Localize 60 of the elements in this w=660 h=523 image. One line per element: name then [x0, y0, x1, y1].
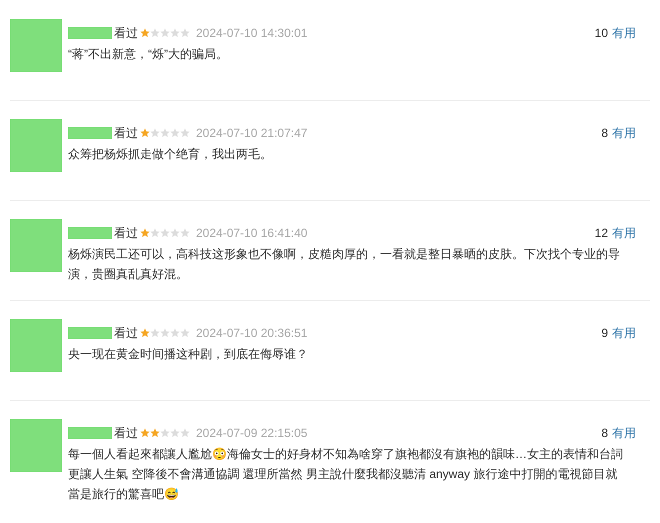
- avatar[interactable]: [10, 119, 62, 172]
- star-icon: [170, 128, 180, 138]
- star-icon: [180, 28, 190, 38]
- star-icon: [180, 428, 190, 438]
- comment-text: 央一现在黄金时间播这种剧，到底在侮辱谁？: [68, 346, 309, 363]
- watched-status: 看过: [114, 325, 138, 342]
- watched-status: 看过: [114, 225, 138, 242]
- avatar[interactable]: [10, 319, 62, 372]
- useful-link[interactable]: 有用: [612, 124, 636, 142]
- comment-time: 2024-07-10 14:30:01: [196, 25, 308, 42]
- star-icon: [160, 228, 170, 238]
- vote-count: 10: [594, 25, 608, 42]
- comment-text: “蒋”不出新意，“烁”大的骗局。: [68, 46, 229, 63]
- star-icon: [140, 128, 150, 138]
- watched-status: 看过: [114, 25, 138, 42]
- avatar[interactable]: [10, 219, 62, 272]
- comment-time: 2024-07-10 20:36:51: [196, 325, 308, 342]
- vote-count: 8: [601, 425, 608, 442]
- avatar[interactable]: [10, 19, 62, 72]
- comment-time: 2024-07-10 21:07:47: [196, 125, 308, 142]
- watched-status: 看过: [114, 425, 138, 442]
- star-icon: [140, 228, 150, 238]
- useful-link[interactable]: 有用: [612, 324, 636, 342]
- useful-link[interactable]: 有用: [612, 24, 636, 42]
- star-icon: [170, 28, 180, 38]
- useful-link[interactable]: 有用: [612, 424, 636, 442]
- comment-time: 2024-07-09 22:15:05: [196, 425, 308, 442]
- star-icon: [150, 328, 160, 338]
- watched-status: 看过: [114, 125, 138, 142]
- username-redaction: [68, 227, 112, 239]
- vote-count: 9: [601, 325, 608, 342]
- star-icon: [150, 428, 160, 438]
- star-icon: [170, 428, 180, 438]
- star-icon: [180, 328, 190, 338]
- star-icon: [180, 228, 190, 238]
- vote-count: 12: [594, 225, 608, 242]
- username-redaction: [68, 27, 112, 39]
- comment-text: 杨烁演民工还可以，高科技这形象也不像啊，皮糙肉厚的，一看就是整日暴晒的皮肤。下次找个专业的导演，贵圈真乱真好混。: [68, 246, 621, 283]
- username-redaction: [68, 427, 112, 439]
- star-icon: [160, 428, 170, 438]
- star-icon: [140, 328, 150, 338]
- star-icon: [180, 128, 190, 138]
- star-icon: [150, 228, 160, 238]
- star-icon: [150, 28, 160, 38]
- star-icon: [170, 328, 180, 338]
- star-icon: [150, 128, 160, 138]
- star-icon: [160, 328, 170, 338]
- username-redaction: [68, 127, 112, 139]
- vote-count: 8: [601, 125, 608, 142]
- useful-link[interactable]: 有用: [612, 224, 636, 242]
- star-icon: [160, 28, 170, 38]
- star-icon: [160, 128, 170, 138]
- star-icon: [170, 228, 180, 238]
- comment-time: 2024-07-10 16:41:40: [196, 225, 308, 242]
- star-icon: [140, 28, 150, 38]
- username-redaction: [68, 327, 112, 339]
- avatar[interactable]: [10, 419, 62, 472]
- star-icon: [140, 428, 150, 438]
- comment-text: 众筹把杨烁抓走做个绝育，我出两毛。: [68, 146, 273, 163]
- comment-text: 每一個人看起來都讓人尷尬😳海倫女士的好身材不知為啥穿了旗袍都沒有旗袍的韻味…女主的表情和台詞更讓人生氣 空降後不會溝通協調 還理所當然 男主說什麼我都沒聽清 anyway 旅行途中打開的電視節目就當是旅行的驚喜吧😅: [68, 446, 624, 503]
